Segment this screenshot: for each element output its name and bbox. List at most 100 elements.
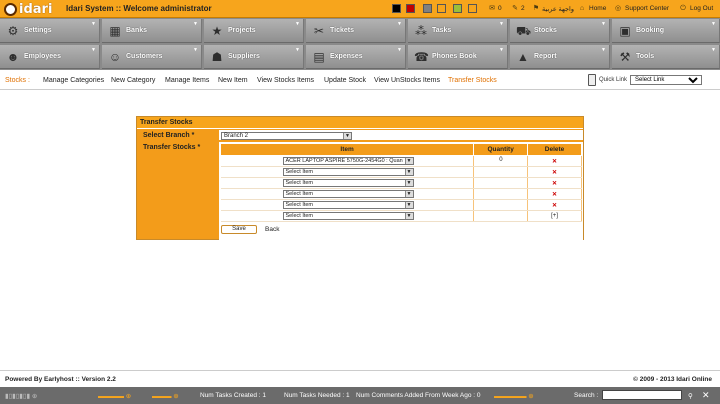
- quantity-cell[interactable]: [473, 177, 529, 189]
- quantity-cell[interactable]: [473, 188, 529, 200]
- link-new-item[interactable]: New Item: [218, 77, 248, 84]
- quantity-cell[interactable]: 0: [473, 155, 529, 167]
- back-link[interactable]: Back: [265, 226, 279, 233]
- nav-report[interactable]: ▲ Report ▼: [510, 45, 610, 69]
- link-manage-categories[interactable]: Manage Categories: [43, 77, 104, 84]
- item-select[interactable]: Select Item ▼: [282, 179, 414, 187]
- status-tasks-needed: Num Tasks Needed : 1: [284, 392, 350, 399]
- sub-nav: Stocks : Manage Categories New Category …: [0, 71, 720, 90]
- chevron-down-icon: ▼: [91, 21, 96, 27]
- quantity-cell[interactable]: [473, 199, 529, 211]
- nav-banks[interactable]: ▦ Banks ▼: [102, 19, 202, 43]
- nav-customers[interactable]: ☺ Customers ▼: [102, 45, 202, 69]
- footer-powered-by: Powered By Earlyhost :: Version 2.2: [5, 376, 116, 383]
- theme-swatch-red[interactable]: [406, 4, 415, 13]
- chevron-down-icon: ▼: [193, 47, 198, 53]
- delete-icon[interactable]: ✕: [527, 166, 582, 178]
- item-cell: Select Item ▼: [220, 199, 475, 211]
- logo-mark: [4, 2, 17, 16]
- link-transfer-stocks[interactable]: Transfer Stocks: [448, 77, 497, 84]
- nav-booking[interactable]: ▣ Booking ▼: [612, 19, 720, 43]
- item-cell: ACER LAPTOP ASPIRE 5750G-2454G0 : Quan ▼: [220, 155, 475, 167]
- truck-icon: ⛟: [516, 24, 532, 38]
- col-quantity: Quantity: [473, 143, 529, 156]
- delete-icon[interactable]: ✕: [527, 177, 582, 189]
- link-view-unstocks-items[interactable]: View UnStocks Items: [374, 77, 440, 84]
- nav-expenses[interactable]: ▤ Expenses ▼: [306, 45, 406, 69]
- mail-count: 0: [498, 5, 502, 12]
- quantity-cell[interactable]: [473, 166, 529, 178]
- support-link[interactable]: Support Center: [625, 5, 669, 12]
- nav-label: Projects: [228, 27, 256, 34]
- theme-swatch-green[interactable]: [453, 4, 462, 13]
- home-icon: ⌂: [579, 5, 585, 12]
- col-delete: Delete: [527, 143, 582, 156]
- status-orange-link-3[interactable]: ▬▬▬▬▬ ⊕: [494, 392, 534, 400]
- nav-settings[interactable]: ⚙ Settings ▼: [0, 19, 100, 43]
- nav-phones-book[interactable]: ☎ Phones Book ▼: [408, 45, 508, 69]
- chevron-down-icon: ▼: [601, 47, 606, 53]
- search-input[interactable]: [602, 390, 682, 400]
- nav-tools[interactable]: ⚒ Tools ▼: [612, 45, 720, 69]
- search-icon[interactable]: ⚲: [688, 392, 693, 400]
- status-orange-link[interactable]: ▬▬▬▬ ⊕: [98, 392, 131, 400]
- nav-suppliers[interactable]: ☗ Suppliers ▼: [204, 45, 304, 69]
- link-manage-items[interactable]: Manage Items: [165, 77, 209, 84]
- theme-swatch-gray[interactable]: [423, 4, 432, 13]
- nav-label: Tickets: [330, 27, 354, 34]
- chevron-down-icon: ▼: [601, 21, 606, 27]
- item-select[interactable]: Select Item ▼: [282, 168, 414, 176]
- nav-projects[interactable]: ★ Projects ▼: [204, 19, 304, 43]
- nav-label: Tasks: [432, 27, 452, 34]
- item-select-value: Select Item: [285, 180, 314, 186]
- panel-title: Transfer Stocks: [140, 119, 193, 126]
- col-item: Item: [219, 143, 475, 156]
- mail-icon[interactable]: ✉: [488, 4, 496, 13]
- delete-icon[interactable]: ✕: [527, 199, 582, 211]
- nav-tasks[interactable]: ⁂ Tasks ▼: [408, 19, 508, 43]
- theme-swatch-orange[interactable]: [437, 4, 446, 13]
- table-row: Select Item ▼ [+]: [220, 210, 582, 222]
- item-cell: Select Item ▼: [220, 188, 475, 200]
- theme-swatch-yellow[interactable]: [468, 4, 477, 13]
- branch-select[interactable]: Branch 2 ▼: [221, 132, 352, 140]
- nav-stocks[interactable]: ⛟ Stocks ▼: [510, 19, 610, 43]
- chevron-down-icon: ▼: [404, 158, 413, 164]
- arabic-interface-link[interactable]: واجهة عربية: [542, 5, 574, 13]
- main-nav: ⚙ Settings ▼ ▦ Banks ▼ ★ Projects ▼ ✂ Tickets ▼ …: [0, 18, 720, 70]
- link-view-stocks-items[interactable]: View Stocks Items: [257, 77, 314, 84]
- tools-icon: ⚒: [619, 50, 631, 64]
- chevron-down-icon: ▼: [343, 133, 351, 139]
- booking-icon: ▣: [619, 24, 631, 38]
- tasks-icon[interactable]: ✎: [511, 4, 519, 13]
- theme-swatch-black[interactable]: [392, 4, 401, 13]
- item-select-value: Select Item: [285, 213, 314, 219]
- item-select[interactable]: ACER LAPTOP ASPIRE 5750G-2454G0 : Quan ▼: [282, 157, 414, 165]
- delete-icon[interactable]: ✕: [527, 188, 582, 200]
- home-link[interactable]: Home: [589, 5, 606, 12]
- save-button[interactable]: Save: [221, 225, 257, 234]
- link-update-stock[interactable]: Update Stock: [324, 77, 366, 84]
- close-icon[interactable]: ✕: [702, 390, 710, 401]
- quick-link: Quick Link Select Link: [588, 74, 703, 86]
- branch-label: Select Branch *: [143, 132, 195, 139]
- nav-tickets[interactable]: ✂ Tickets ▼: [306, 19, 406, 43]
- nav-employees[interactable]: ☻ Employees ▼: [0, 45, 100, 69]
- nav-label: Expenses: [330, 53, 363, 60]
- status-orange-link-2[interactable]: ▬▬▬ ⊕: [152, 392, 179, 400]
- bank-icon: ▦: [109, 24, 121, 38]
- delete-icon[interactable]: ✕: [527, 155, 582, 167]
- add-row-button[interactable]: [+]: [527, 210, 582, 222]
- logout-link[interactable]: Log Out: [690, 5, 713, 12]
- app-logo[interactable]: idari: [4, 1, 52, 17]
- quantity-input[interactable]: 0: [499, 157, 502, 163]
- item-select[interactable]: Select Item ▼: [282, 190, 414, 198]
- item-select[interactable]: Select Item ▼: [282, 212, 414, 220]
- nav-label: Banks: [126, 27, 148, 34]
- support-icon: ◎: [614, 5, 622, 12]
- link-new-category[interactable]: New Category: [111, 77, 155, 84]
- item-select[interactable]: Select Item ▼: [282, 201, 414, 209]
- quantity-cell[interactable]: [473, 210, 529, 222]
- item-cell: Select Item ▼: [220, 166, 475, 178]
- quick-link-select[interactable]: Select Link: [630, 75, 703, 85]
